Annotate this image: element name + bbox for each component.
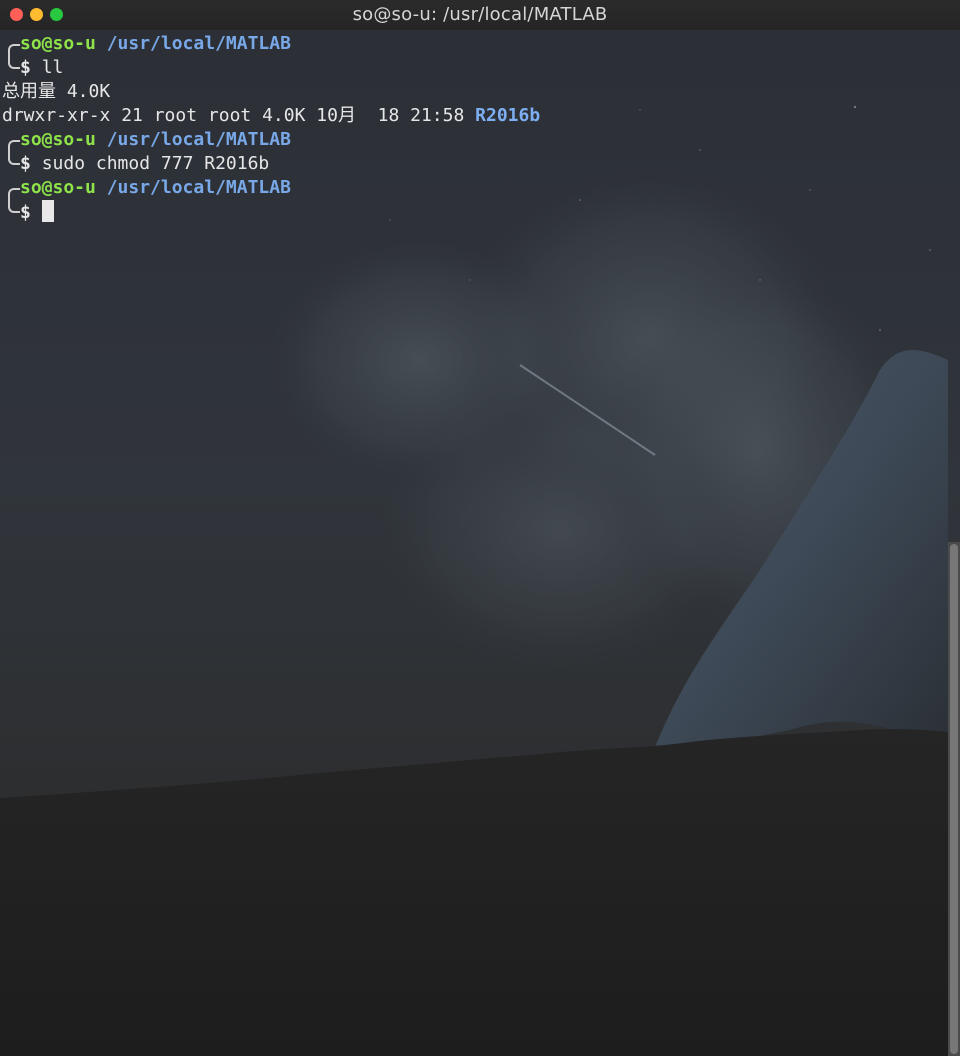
command-text: ll xyxy=(41,57,64,78)
directory-name: R2016b xyxy=(475,105,541,126)
output-total-line: 总用量 4.0K xyxy=(2,81,111,102)
terminal-output[interactable]: so@so-u /usr/local/MATLAB $ ll 总用量 4.0K … xyxy=(2,32,942,224)
prompt-line-3-header: so@so-u /usr/local/MATLAB xyxy=(2,176,942,200)
prompt-line-2-header: so@so-u /usr/local/MATLAB xyxy=(2,128,942,152)
prompt-user: so@so-u xyxy=(20,33,96,54)
prompt-user: so@so-u xyxy=(20,177,96,198)
prompt-corner-bottom-icon xyxy=(2,56,20,80)
prompt-corner-bottom-icon xyxy=(2,200,20,224)
prompt-user: so@so-u xyxy=(20,129,96,150)
prompt-symbol: $ xyxy=(20,57,31,78)
prompt-symbol: $ xyxy=(20,202,31,223)
prompt-line-1-command: $ ll xyxy=(2,56,942,80)
scrollbar-thumb[interactable] xyxy=(950,544,958,1054)
prompt-path: /usr/local/MATLAB xyxy=(106,33,291,54)
listing-details: drwxr-xr-x 21 root root 4.0K 10月 18 21:5… xyxy=(2,105,476,126)
prompt-path: /usr/local/MATLAB xyxy=(106,129,291,150)
terminal-cursor[interactable] xyxy=(41,200,54,222)
prompt-corner-bottom-icon xyxy=(2,152,20,176)
prompt-corner-top-icon xyxy=(2,176,20,200)
terminal-window: so@so-u: /usr/local/MATLAB so@so-u /usr/… xyxy=(0,0,960,1056)
command-text: sudo chmod 777 R2016b xyxy=(41,153,270,174)
window-title: so@so-u: /usr/local/MATLAB xyxy=(352,4,608,25)
prompt-line-2-command: $ sudo chmod 777 R2016b xyxy=(2,152,942,176)
scrollbar[interactable] xyxy=(948,542,960,1056)
prompt-line-3-command[interactable]: $ xyxy=(2,200,942,224)
output-listing-line: drwxr-xr-x 21 root root 4.0K 10月 18 21:5… xyxy=(2,104,942,128)
title-bar[interactable]: so@so-u: /usr/local/MATLAB xyxy=(0,0,960,31)
prompt-path: /usr/local/MATLAB xyxy=(106,177,291,198)
terminal-viewport[interactable]: so@so-u /usr/local/MATLAB $ ll 总用量 4.0K … xyxy=(0,30,960,1056)
prompt-line-1-header: so@so-u /usr/local/MATLAB xyxy=(2,32,942,56)
prompt-corner-top-icon xyxy=(2,32,20,56)
prompt-symbol: $ xyxy=(20,153,31,174)
prompt-corner-top-icon xyxy=(2,128,20,152)
